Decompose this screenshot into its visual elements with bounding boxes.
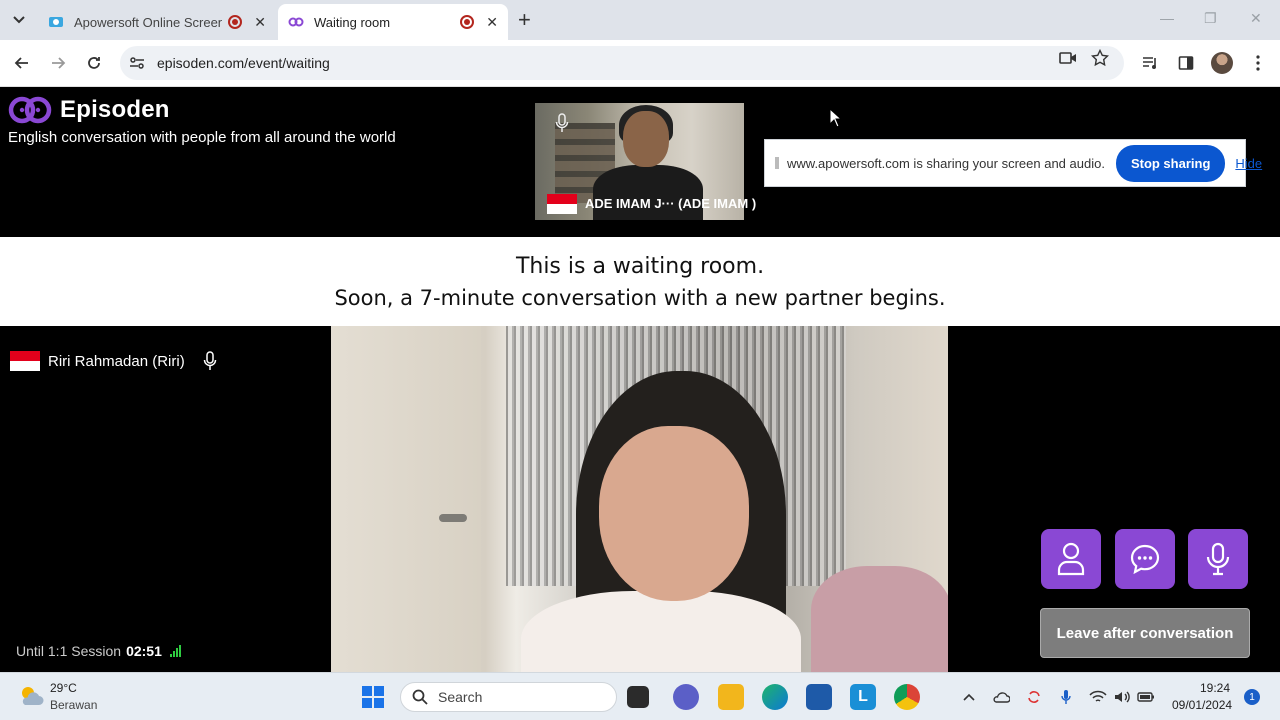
session-timer: Until 1:1 Session 02:51 — [16, 643, 182, 659]
onedrive-icon[interactable] — [992, 689, 1010, 705]
weather-description[interactable]: Berawan — [50, 698, 97, 712]
brand[interactable]: Episoden — [8, 95, 170, 125]
video-door-handle — [439, 514, 467, 522]
task-view-icon[interactable] — [627, 686, 649, 708]
search-placeholder: Search — [438, 689, 483, 705]
indonesia-flag-icon — [10, 351, 40, 371]
tray-microphone-icon[interactable] — [1057, 689, 1075, 705]
video-person-face — [599, 426, 749, 601]
volume-icon[interactable] — [1113, 689, 1131, 705]
partner-label: Riri Rahmadan (Riri) — [10, 351, 217, 371]
windows-start-icon[interactable] — [362, 686, 384, 708]
banner-line-1: This is a waiting room. — [515, 254, 765, 279]
drag-handle-icon[interactable] — [775, 157, 779, 169]
session-countdown: 02:51 — [126, 643, 162, 659]
tab-waiting-room[interactable]: Waiting room ✕ — [278, 4, 508, 40]
battery-icon[interactable] — [1137, 689, 1155, 705]
hide-link[interactable]: Hide — [1235, 156, 1262, 171]
chevron-up-icon[interactable] — [960, 689, 978, 705]
indonesia-flag-icon — [547, 194, 577, 214]
mouse-cursor-icon — [829, 108, 843, 128]
new-tab-icon[interactable]: + — [518, 8, 531, 32]
tab-close-icon[interactable]: ✕ — [486, 14, 498, 31]
url-text[interactable]: episoden.com/event/waiting — [157, 55, 330, 71]
tab-close-icon[interactable]: ✕ — [254, 14, 266, 31]
minimize-icon[interactable]: — — [1160, 10, 1174, 26]
browser-tab-strip: Apowersoft Online Screen R ✕ Waiting roo… — [0, 0, 1280, 40]
file-explorer-icon[interactable] — [718, 684, 744, 710]
clock-date[interactable]: 09/01/2024 — [1172, 698, 1232, 712]
site-settings-icon[interactable] — [128, 54, 146, 72]
brand-name: Episoden — [60, 96, 170, 123]
tab-title: Apowersoft Online Screen R — [74, 14, 223, 30]
sync-icon[interactable] — [1025, 689, 1043, 705]
back-icon[interactable] — [9, 50, 35, 76]
signal-strength-icon — [169, 645, 181, 657]
clock-time[interactable]: 19:24 — [1200, 681, 1230, 695]
reload-icon[interactable] — [81, 50, 107, 76]
forward-icon[interactable] — [45, 50, 71, 76]
microphone-button[interactable] — [1188, 529, 1248, 589]
profile-avatar[interactable] — [1211, 52, 1233, 74]
bookmark-star-icon[interactable] — [1090, 48, 1110, 68]
notification-badge[interactable]: 1 — [1244, 689, 1260, 705]
screen-share-notification: www.apowersoft.com is sharing your scree… — [764, 139, 1262, 187]
chrome-icon[interactable] — [894, 684, 920, 710]
video-person-head — [623, 111, 669, 167]
leave-after-conversation-button[interactable]: Leave after conversation — [1040, 608, 1250, 658]
microphone-icon — [1206, 542, 1230, 576]
chat-icon — [1130, 544, 1160, 575]
teams-chat-icon[interactable] — [673, 684, 699, 710]
media-control-icon[interactable] — [1139, 52, 1161, 74]
weather-cloudy-icon[interactable] — [18, 685, 44, 707]
wifi-icon[interactable] — [1089, 689, 1107, 705]
apowersoft-icon — [49, 17, 63, 27]
self-name-label: ADE IMAM J··· (ADE IMAM ) — [585, 196, 757, 211]
edge-browser-icon[interactable] — [762, 684, 788, 710]
app-l-icon[interactable]: L — [850, 684, 876, 710]
episoden-page: Episoden English conversation with peopl… — [0, 87, 1280, 672]
partner-microphone-icon — [203, 351, 216, 370]
recording-indicator-icon — [460, 15, 475, 29]
page-header: Episoden English conversation with peopl… — [0, 87, 1280, 237]
partner-name: Riri Rahmadan (Riri) — [48, 352, 185, 370]
video-background-door — [331, 326, 481, 672]
tab-search-chevron-icon[interactable] — [6, 7, 32, 33]
browser-menu-icon[interactable] — [1247, 52, 1269, 74]
address-bar[interactable]: episoden.com/event/waiting — [120, 46, 1124, 80]
banner-line-2: Soon, a 7-minute conversation with a new… — [334, 286, 946, 310]
episoden-icon — [288, 17, 304, 27]
waiting-room-banner: This is a waiting room. Soon, a 7-minute… — [0, 237, 1280, 326]
restore-icon[interactable]: ❐ — [1204, 10, 1217, 27]
windows-taskbar: 29°C Berawan Search L 19:24 09/01/2024 1 — [0, 672, 1280, 720]
tagline: English conversation with people from al… — [8, 129, 396, 146]
browser-toolbar: episoden.com/event/waiting — [0, 40, 1280, 87]
video-person-body — [593, 165, 703, 220]
close-window-icon[interactable]: ✕ — [1250, 10, 1262, 27]
share-message: www.apowersoft.com is sharing your scree… — [787, 155, 1105, 171]
stop-sharing-button[interactable]: Stop sharing — [1115, 144, 1226, 182]
episoden-logo-icon — [8, 96, 52, 124]
chat-button[interactable] — [1115, 529, 1175, 589]
side-panel-icon[interactable] — [1175, 52, 1197, 74]
microsoft-store-icon[interactable] — [806, 684, 832, 710]
video-person-body — [521, 591, 801, 672]
partner-video — [331, 326, 948, 672]
session-label: Until 1:1 Session — [16, 643, 122, 659]
video-background-pillow — [811, 566, 948, 672]
taskbar-search[interactable]: Search — [400, 682, 617, 712]
search-icon — [412, 689, 428, 705]
profile-button[interactable] — [1041, 529, 1101, 589]
tab-title: Waiting room — [314, 14, 391, 30]
tab-apowersoft[interactable]: Apowersoft Online Screen R ✕ — [38, 4, 276, 40]
person-icon — [1057, 542, 1085, 576]
weather-temperature[interactable]: 29°C — [50, 681, 77, 695]
self-microphone-icon — [555, 113, 569, 132]
camera-in-use-icon[interactable] — [1058, 48, 1078, 68]
recording-indicator-icon — [228, 15, 243, 29]
